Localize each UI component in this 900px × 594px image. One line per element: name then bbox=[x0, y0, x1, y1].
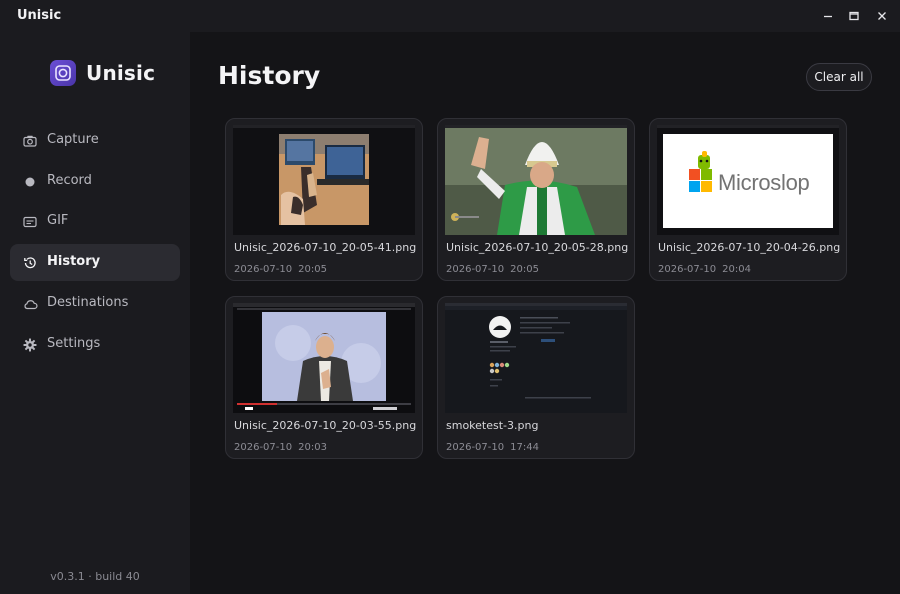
sidebar-item-destinations[interactable]: Destinations bbox=[10, 285, 180, 322]
file-time: 20:03 bbox=[298, 442, 327, 453]
version-label: v0.3.1 · build 40 bbox=[50, 570, 140, 583]
file-timestamp: 2026-07-10 20:03 bbox=[234, 442, 327, 453]
file-date: 2026-07-10 bbox=[234, 264, 293, 275]
window-title: Unisic bbox=[17, 8, 62, 23]
file-time: 20:04 bbox=[722, 264, 751, 275]
file-timestamp: 2026-07-10 20:05 bbox=[234, 264, 327, 275]
minimize-icon bbox=[824, 15, 832, 18]
sidebar-item-label: Settings bbox=[47, 336, 101, 351]
gear-icon bbox=[22, 337, 38, 353]
thumbnail bbox=[445, 125, 627, 235]
file-timestamp: 2026-07-10 20:04 bbox=[658, 264, 751, 275]
main-panel: History Clear all Unisic_2026-07-10_20-0… bbox=[190, 32, 900, 594]
file-time: 20:05 bbox=[510, 264, 539, 275]
history-card[interactable]: Unisic_2026-07-10_20-05-41.png 2026-07-1… bbox=[225, 118, 423, 281]
maximize-button[interactable] bbox=[843, 6, 865, 26]
sidebar-item-gif[interactable]: GIF bbox=[10, 203, 180, 240]
clear-all-button[interactable]: Clear all bbox=[806, 63, 872, 91]
thumbnail-logo-text: Microslop bbox=[718, 170, 810, 195]
file-name: smoketest-3.png bbox=[446, 419, 539, 432]
sidebar-item-history[interactable]: History bbox=[10, 244, 180, 281]
file-date: 2026-07-10 bbox=[446, 264, 505, 275]
page-title: History bbox=[218, 61, 321, 90]
sidebar-item-label: Record bbox=[47, 173, 92, 188]
file-name: Unisic_2026-07-10_20-04-26.png bbox=[658, 241, 841, 254]
sidebar-item-capture[interactable]: Capture bbox=[10, 122, 180, 159]
file-date: 2026-07-10 bbox=[446, 442, 505, 453]
close-icon bbox=[878, 12, 886, 20]
file-time: 17:44 bbox=[510, 442, 539, 453]
sidebar-item-label: Destinations bbox=[47, 295, 129, 310]
sidebar-item-label: History bbox=[47, 254, 101, 269]
close-button[interactable] bbox=[871, 6, 893, 26]
history-card[interactable]: Unisic_2026-07-10_20-03-55.png 2026-07-1… bbox=[225, 296, 423, 459]
file-time: 20:05 bbox=[298, 264, 327, 275]
gif-icon bbox=[22, 214, 38, 230]
file-timestamp: 2026-07-10 20:05 bbox=[446, 264, 539, 275]
sidebar-item-record[interactable]: Record bbox=[10, 163, 180, 200]
file-timestamp: 2026-07-10 17:44 bbox=[446, 442, 539, 453]
minimize-button[interactable] bbox=[817, 6, 839, 26]
history-card[interactable]: smoketest-3.png 2026-07-10 17:44 bbox=[437, 296, 635, 459]
sidebar-item-settings[interactable]: Settings bbox=[10, 326, 180, 363]
camera-icon bbox=[22, 133, 38, 149]
file-date: 2026-07-10 bbox=[658, 264, 717, 275]
thumbnail bbox=[445, 303, 627, 413]
file-name: Unisic_2026-07-10_20-05-28.png bbox=[446, 241, 629, 254]
file-name: Unisic_2026-07-10_20-05-41.png bbox=[234, 241, 417, 254]
title-bar: Unisic bbox=[0, 0, 900, 32]
record-dot-icon bbox=[22, 174, 38, 190]
history-icon bbox=[22, 255, 38, 271]
sidebar: Unisic Capture Record GIF History Destin… bbox=[0, 32, 190, 594]
sidebar-item-label: GIF bbox=[47, 213, 69, 228]
maximize-icon bbox=[849, 11, 859, 21]
history-card[interactable]: Microslop Unisic_2026-07-10_20-04-26.png… bbox=[649, 118, 847, 281]
thumbnail bbox=[233, 125, 415, 235]
brand-name: Unisic bbox=[86, 61, 156, 85]
app-logo bbox=[50, 60, 76, 86]
cloud-icon bbox=[22, 296, 38, 312]
history-card[interactable]: Unisic_2026-07-10_20-05-28.png 2026-07-1… bbox=[437, 118, 635, 281]
file-date: 2026-07-10 bbox=[234, 442, 293, 453]
thumbnail: Microslop bbox=[657, 125, 839, 235]
thumbnail bbox=[233, 303, 415, 413]
file-name: Unisic_2026-07-10_20-03-55.png bbox=[234, 419, 417, 432]
sidebar-item-label: Capture bbox=[47, 132, 99, 147]
brand: Unisic bbox=[50, 60, 155, 86]
